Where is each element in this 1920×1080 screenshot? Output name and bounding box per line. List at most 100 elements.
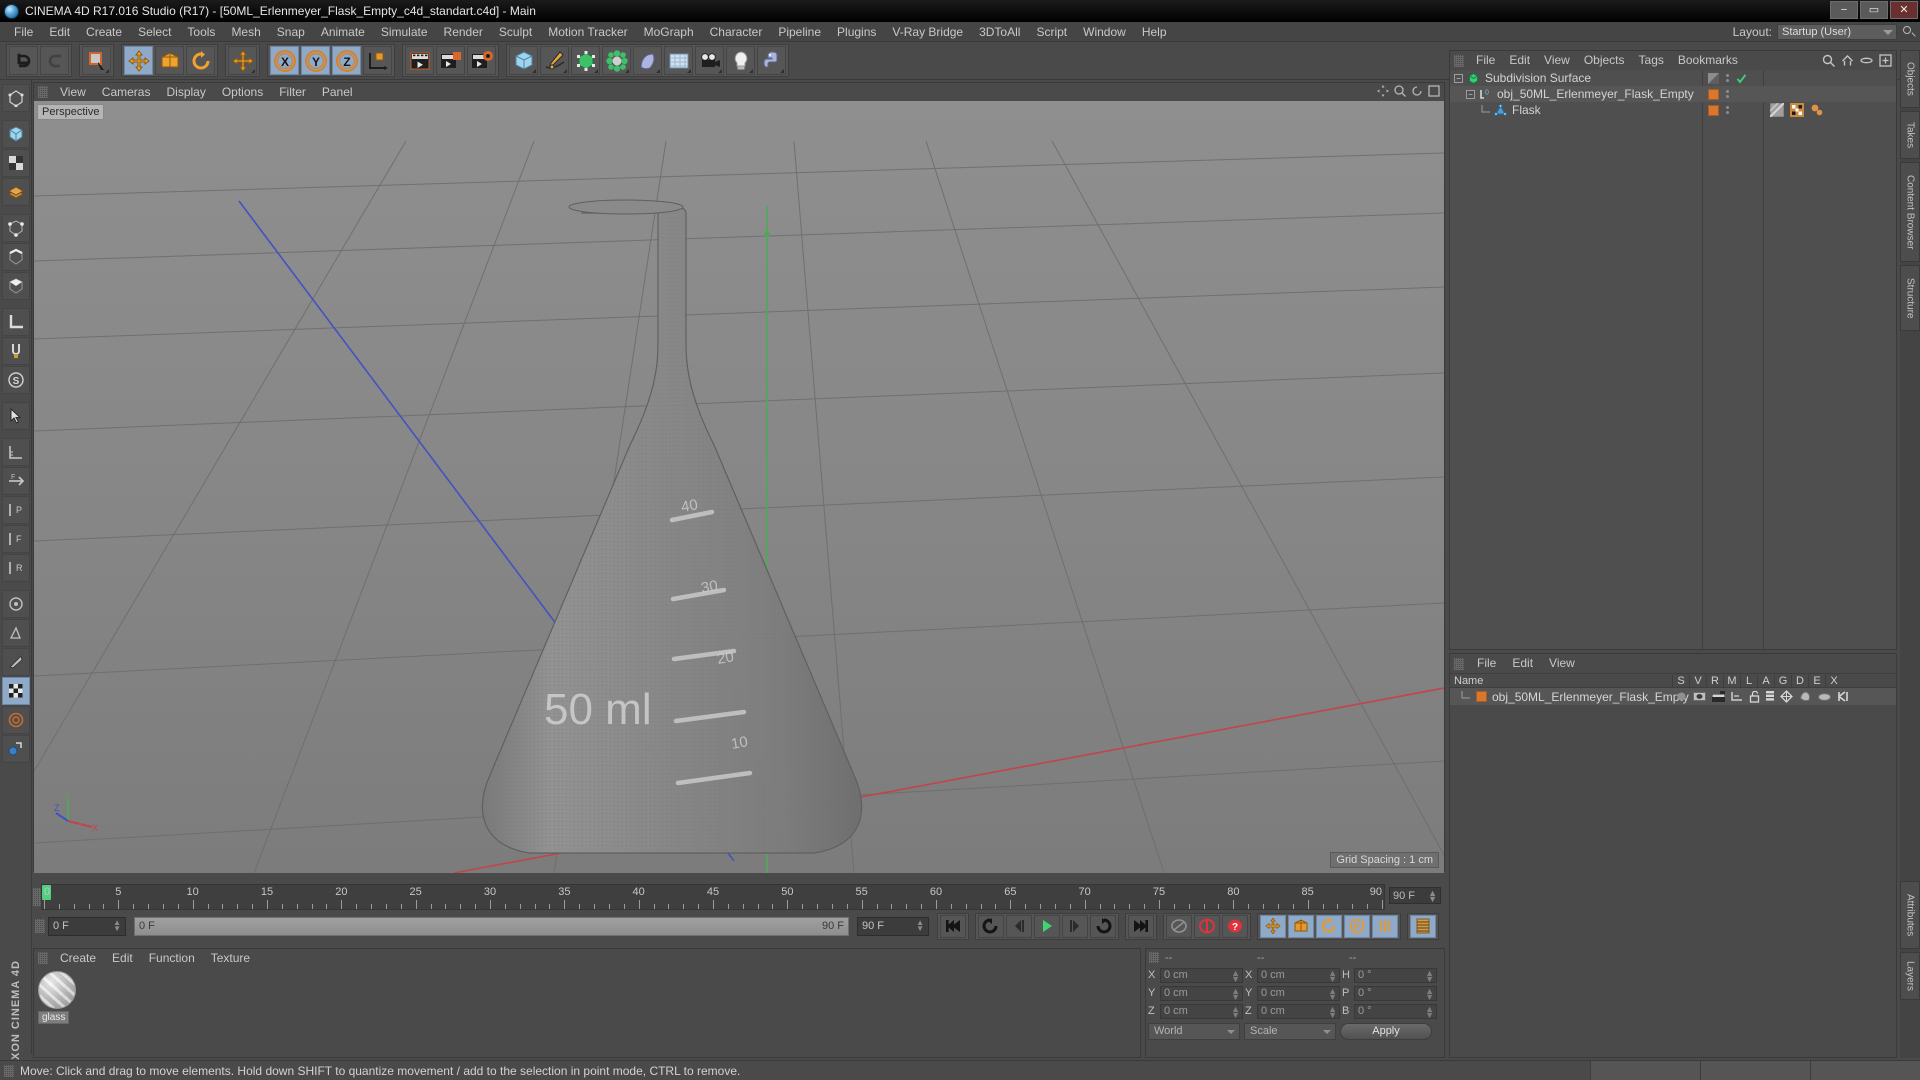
model-mode-button[interactable] — [1, 120, 30, 148]
menu-file[interactable]: File — [6, 22, 41, 42]
autokeying-button[interactable] — [1194, 914, 1220, 938]
layout-dropdown[interactable]: Startup (User) — [1777, 24, 1897, 40]
column-d[interactable]: D — [1791, 674, 1808, 687]
column-m[interactable]: M — [1723, 674, 1740, 687]
phong-tag-icon[interactable] — [1810, 103, 1824, 117]
object-tag-zone[interactable] — [1708, 70, 1747, 86]
close-button[interactable]: ✕ — [1890, 1, 1918, 19]
object-row-subdivision-surface[interactable]: − Subdivision Surface — [1450, 70, 1896, 86]
menu-plugins[interactable]: Plugins — [829, 22, 884, 42]
menu-mograph[interactable]: MoGraph — [636, 22, 702, 42]
menu-3dtoall[interactable]: 3DToAll — [971, 22, 1028, 42]
visibility-dots-icon[interactable] — [1726, 74, 1729, 82]
record-active-objects-button[interactable] — [1166, 914, 1192, 938]
scale-tool-button[interactable] — [155, 46, 184, 75]
object-color-swatch[interactable] — [1708, 104, 1719, 116]
object-tag-zone[interactable] — [1708, 102, 1729, 118]
workplane-mode-button[interactable] — [1, 178, 30, 206]
rotation-p-input[interactable]: 0 ° ▲ ▼ — [1354, 985, 1437, 1001]
redo-button[interactable] — [40, 46, 69, 75]
menu-animate[interactable]: Animate — [313, 22, 373, 42]
play-reverse-button[interactable] — [978, 914, 1004, 938]
go-to-end-button[interactable] — [1128, 914, 1154, 938]
stepper-icon[interactable]: ▲ ▼ — [1231, 986, 1240, 1001]
display-tag-icon[interactable] — [1708, 72, 1719, 84]
texture-mode-button[interactable] — [1, 149, 30, 177]
material-menu-edit[interactable]: Edit — [104, 949, 141, 967]
menu-tools[interactable]: Tools — [179, 22, 223, 42]
column-x[interactable]: X — [1825, 674, 1842, 687]
column-l[interactable]: L — [1740, 674, 1757, 687]
frame-range-bar[interactable]: 0 F 90 F — [134, 916, 849, 936]
center-axis-button[interactable]: F — [1, 525, 30, 553]
sculpt-brush-button[interactable] — [1, 706, 30, 734]
move-axis-button[interactable] — [228, 46, 257, 75]
position-x-input[interactable]: 0 cm ▲ ▼ — [1160, 967, 1243, 983]
viewport-menu-cameras[interactable]: Cameras — [94, 83, 159, 101]
go-to-start-button[interactable] — [940, 914, 966, 938]
python-script-button[interactable] — [757, 46, 786, 75]
menu-script[interactable]: Script — [1028, 22, 1075, 42]
polygons-mode-button[interactable] — [1, 272, 30, 300]
timeline-end-field[interactable]: 90 F ▲ ▼ — [1389, 887, 1441, 904]
generator-icon[interactable] — [1780, 690, 1793, 703]
menu-simulate[interactable]: Simulate — [373, 22, 436, 42]
object-menu-bookmarks[interactable]: Bookmarks — [1671, 51, 1745, 70]
render-icon[interactable] — [1712, 691, 1725, 702]
column-a[interactable]: A — [1757, 674, 1774, 687]
stepper-icon[interactable]: ▲ ▼ — [1425, 986, 1434, 1001]
menu-pipeline[interactable]: Pipeline — [770, 22, 829, 42]
manager-icon[interactable] — [1731, 691, 1743, 702]
stepper-icon[interactable]: ▲ ▼ — [1428, 889, 1437, 904]
rotation-b-input[interactable]: 0 ° ▲ ▼ — [1354, 1003, 1437, 1019]
menu-motion-tracker[interactable]: Motion Tracker — [540, 22, 635, 42]
add-cube-button[interactable] — [509, 46, 538, 75]
sculpt-subdivide-button[interactable] — [1, 735, 30, 763]
object-menu-file[interactable]: File — [1469, 51, 1502, 70]
points-mode-button[interactable] — [1, 214, 30, 242]
panel-grip-icon[interactable] — [33, 888, 41, 906]
ellipse-icon[interactable] — [1860, 54, 1873, 67]
layer-color-swatch[interactable] — [1476, 691, 1487, 702]
material-chip[interactable]: glass — [38, 971, 78, 1024]
menu-vray-bridge[interactable]: V-Ray Bridge — [884, 22, 971, 42]
panel-grip-icon[interactable] — [38, 952, 48, 964]
object-color-swatch[interactable] — [1708, 88, 1719, 100]
add-spline-button[interactable] — [540, 46, 569, 75]
lock-z-axis-button[interactable]: Z — [332, 46, 361, 75]
lock-y-axis-button[interactable]: Y — [301, 46, 330, 75]
stepper-icon[interactable]: ▲ ▼ — [1328, 1004, 1337, 1019]
position-z-input[interactable]: 0 cm ▲ ▼ — [1160, 1003, 1243, 1019]
dock-tab-content-browser[interactable]: Content Browser — [1900, 162, 1920, 262]
dock-tab-takes[interactable]: Takes — [1900, 111, 1920, 159]
object-tags-list[interactable] — [1770, 103, 1824, 117]
viewport-3d-canvas[interactable]: 40 30 20 10 50 ml Perspective Grid Spaci… — [34, 101, 1444, 873]
knife-tool-button[interactable] — [1, 648, 30, 676]
object-menu-objects[interactable]: Objects — [1577, 51, 1632, 70]
stepper-icon[interactable]: ▲ ▼ — [1425, 968, 1434, 983]
layer-menu-view[interactable]: View — [1541, 654, 1583, 673]
menu-window[interactable]: Window — [1075, 22, 1134, 42]
add-generator-button[interactable] — [571, 46, 600, 75]
stepper-icon[interactable]: ▲ ▼ — [1328, 968, 1337, 983]
world-object-coordinate-button[interactable] — [363, 46, 392, 75]
play-button[interactable] — [1034, 914, 1060, 938]
scale-key-button[interactable] — [1288, 914, 1314, 938]
stepper-icon[interactable]: ▲ ▼ — [1231, 1004, 1240, 1019]
pan-view-icon[interactable] — [1377, 85, 1389, 97]
panel-grip-icon[interactable] — [4, 1064, 14, 1077]
panel-grip-icon[interactable] — [1454, 54, 1464, 67]
maximize-button[interactable]: ▭ — [1860, 1, 1888, 19]
menu-create[interactable]: Create — [78, 22, 130, 42]
lock-icon[interactable] — [1749, 690, 1760, 703]
add-floor-sky-button[interactable] — [664, 46, 693, 75]
edges-mode-button[interactable] — [1, 243, 30, 271]
material-menu-create[interactable]: Create — [52, 949, 104, 967]
deformer-icon[interactable] — [1799, 690, 1812, 703]
material-manager-body[interactable]: glass — [34, 967, 1140, 1057]
stepper-icon[interactable]: ▲ ▼ — [113, 918, 121, 932]
visible-icon[interactable] — [1693, 691, 1706, 702]
panel-grip-icon[interactable] — [1149, 952, 1159, 963]
paint-tool-button[interactable] — [1, 619, 30, 647]
minimize-button[interactable]: − — [1830, 1, 1858, 19]
